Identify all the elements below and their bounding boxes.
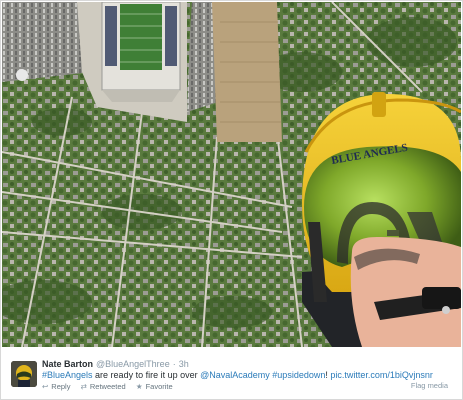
tweet-timestamp[interactable]: 3h — [179, 359, 189, 369]
favorite-label: Favorite — [145, 382, 173, 391]
mention-link-navalacademy[interactable]: @NavalAcademy — [200, 370, 270, 380]
avatar[interactable] — [11, 361, 37, 387]
favorite-button[interactable]: ★ Favorite — [136, 382, 173, 391]
reply-icon: ↩ — [42, 382, 49, 391]
star-icon: ★ — [135, 382, 143, 391]
retweet-button[interactable]: ⇄ Retweeted — [81, 382, 126, 391]
user-name[interactable]: Nate Barton — [42, 359, 93, 369]
tweet-text-part: are ready to fire it up over — [92, 370, 201, 380]
tweet-actions: ↩ Reply ⇄ Retweeted ★ Favorite — [42, 382, 181, 391]
retweet-icon: ⇄ — [80, 382, 87, 391]
flag-media-link[interactable]: Flag media — [411, 381, 448, 390]
retweeted-label: Retweeted — [89, 382, 126, 391]
aerial-photo-illustration: BLUE ANGELS — [2, 2, 461, 347]
pic-link[interactable]: pic.twitter.com/1biQvjnsnr — [330, 370, 433, 380]
tweet-footer: Nate Barton @BlueAngelThree · 3h #BlueAngel… — [1, 349, 462, 399]
separator-dot: · — [172, 359, 176, 369]
avatar-image — [11, 361, 37, 387]
tweet-header: Nate Barton @BlueAngelThree · 3h — [42, 359, 189, 370]
hashtag-link-blueangels[interactable]: #BlueAngels — [42, 370, 93, 380]
tweet-photo[interactable]: BLUE ANGELS — [2, 2, 461, 347]
tweet-text: #BlueAngels are ready to fire it up over… — [42, 370, 433, 381]
hashtag-link-upsidedown[interactable]: #upsidedown — [272, 370, 325, 380]
reply-button[interactable]: ↩ Reply — [42, 382, 70, 391]
reply-label: Reply — [51, 382, 71, 391]
tweet-media-card: BLUE ANGELS Nate Barton @BlueAngelThree · 3… — [0, 0, 463, 400]
user-handle[interactable]: @BlueAngelThree — [96, 359, 170, 369]
